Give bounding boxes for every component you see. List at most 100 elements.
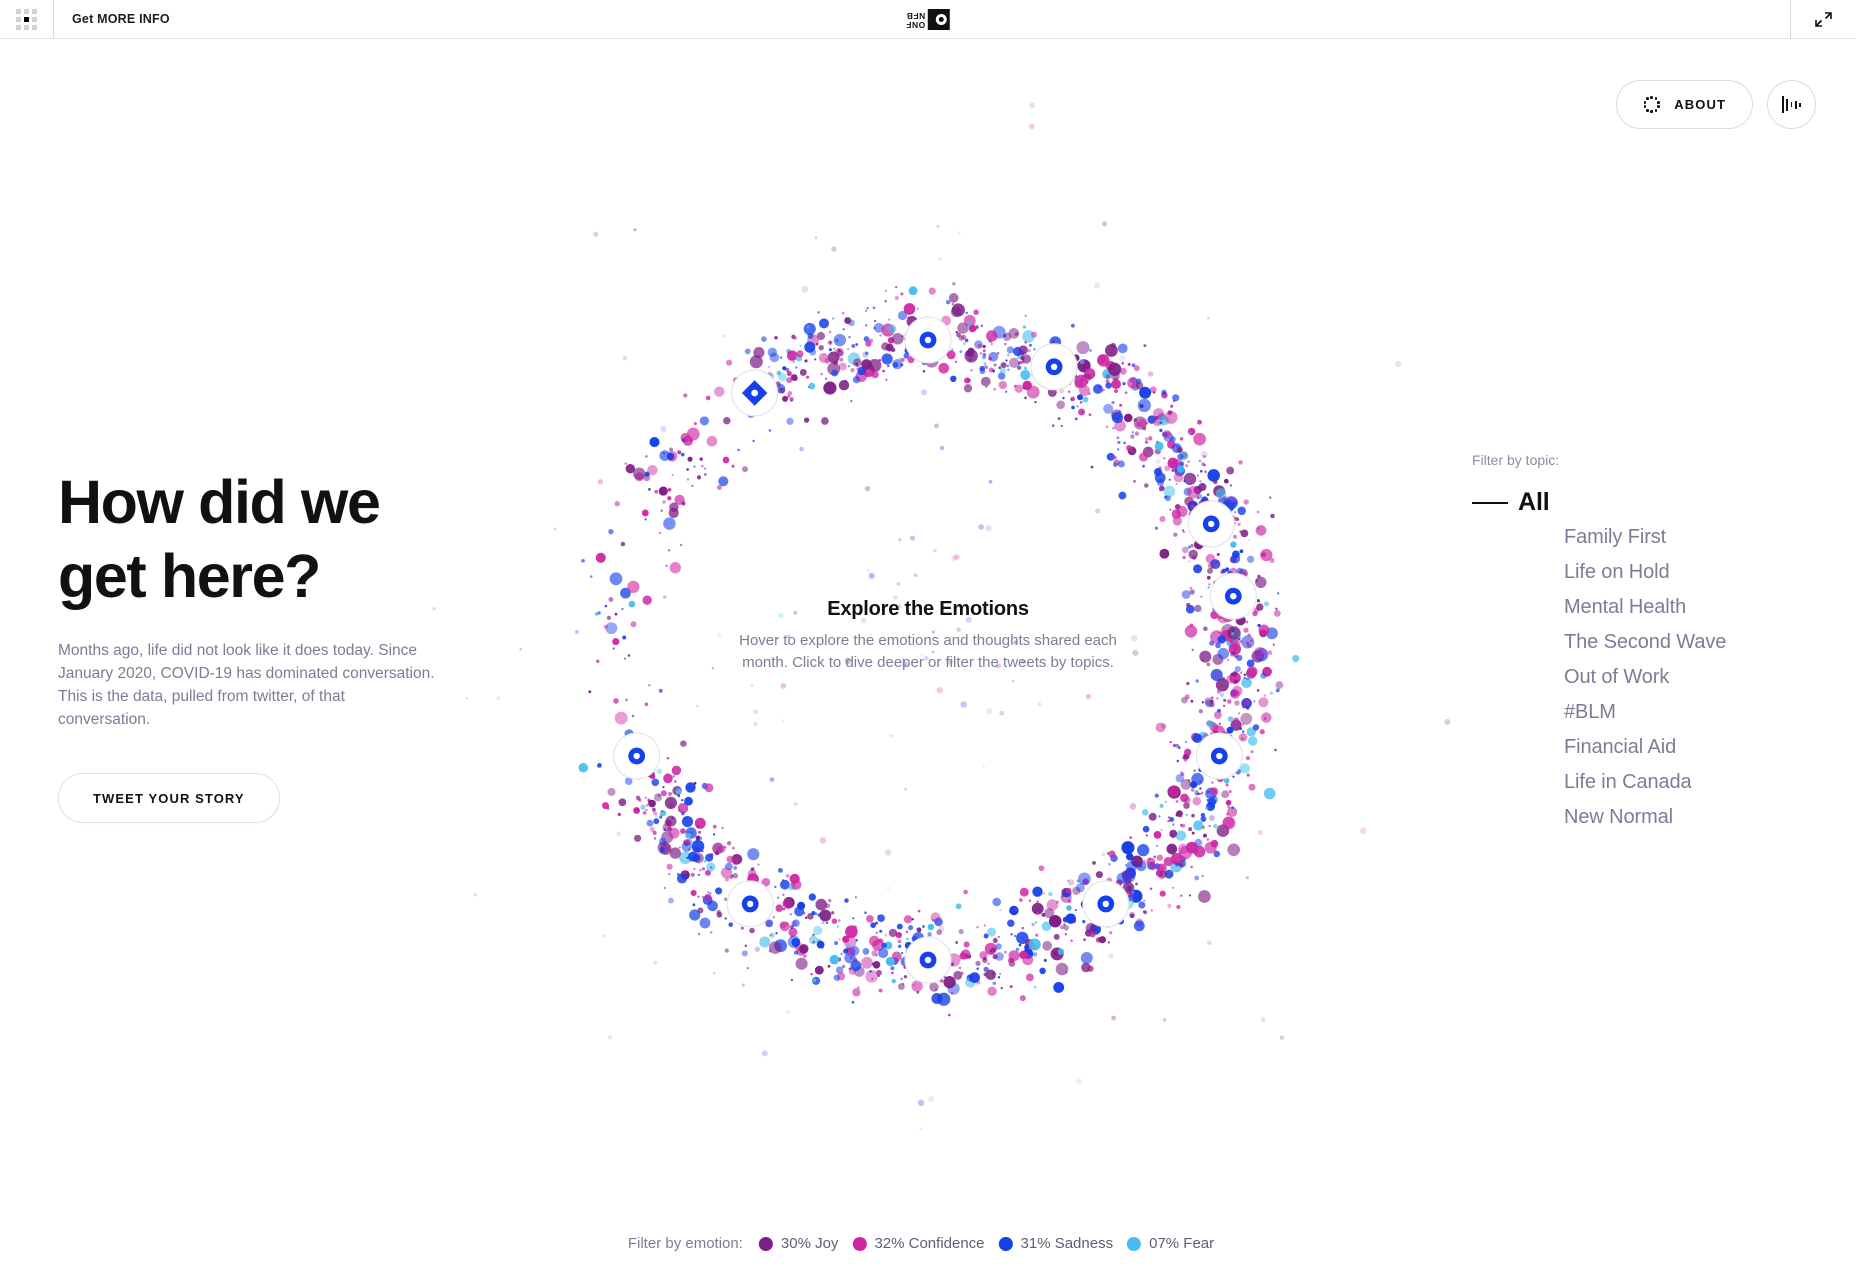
tweet-particle (714, 386, 725, 397)
tweet-particle (1203, 626, 1208, 632)
tweet-particle (778, 868, 783, 873)
month-marker[interactable] (1195, 732, 1243, 780)
month-marker[interactable] (1209, 572, 1257, 620)
month-marker[interactable] (904, 936, 952, 984)
month-marker[interactable] (904, 316, 952, 364)
tweet-particle (658, 486, 668, 496)
tweet-particle (1189, 589, 1195, 595)
tweet-particle (1014, 384, 1024, 393)
tweet-particle (1162, 456, 1166, 460)
tweet-particle (1135, 882, 1138, 886)
tweet-particle (1242, 571, 1247, 575)
tweet-particle (1006, 346, 1015, 354)
month-marker[interactable] (1187, 500, 1235, 548)
more-info-link[interactable]: Get MORE INFO (72, 12, 170, 26)
tweet-particle (866, 307, 869, 310)
tweet-particle (1190, 699, 1194, 703)
tweet-particle (1172, 394, 1180, 402)
emotion-color-dot-fear (1127, 1236, 1142, 1251)
tweet-particle (636, 808, 639, 811)
tweet-particle (959, 350, 963, 354)
tweet-particle (1260, 672, 1267, 679)
tweet-particle (1026, 385, 1040, 399)
tweet-particle (1206, 798, 1209, 802)
emotion-filter-fear[interactable]: 07% Fear (1127, 1235, 1214, 1252)
about-button[interactable]: ABOUT (1616, 80, 1753, 129)
fullscreen-button[interactable] (1790, 0, 1856, 39)
tweet-particle-outlier (936, 686, 944, 694)
topic-item-the-second-wave[interactable]: The Second Wave (1472, 625, 1732, 660)
month-marker-center (1050, 363, 1058, 371)
tweet-particle (799, 944, 809, 954)
tweet-particle (1133, 365, 1140, 372)
tweet-particle (1178, 862, 1184, 868)
nfb-onf-logo[interactable]: ONF NFB (906, 0, 951, 39)
topic-item-financial-aid[interactable]: Financial Aid (1472, 730, 1732, 765)
tweet-particle (1203, 833, 1207, 838)
tweet-particle (1258, 624, 1270, 636)
tweet-particle (872, 306, 876, 310)
tweet-particle (681, 841, 692, 852)
topic-item-label: All (1518, 488, 1550, 516)
topic-item-all[interactable]: All (1472, 485, 1732, 520)
topic-item-family-first[interactable]: Family First (1472, 520, 1732, 555)
sound-toggle-button[interactable] (1767, 80, 1816, 129)
month-marker[interactable] (1082, 880, 1130, 928)
tweet-particle-outlier (913, 573, 918, 578)
tweet-particle (1028, 938, 1041, 951)
grid-menu-button[interactable] (0, 0, 54, 39)
tweet-your-story-button[interactable]: TWEET YOUR STORY (58, 773, 280, 823)
tweet-particle (1177, 453, 1184, 461)
tweet-particle-outlier (1162, 1018, 1167, 1022)
tweet-particle (1223, 704, 1226, 707)
tweet-particle (1118, 491, 1127, 500)
emotion-filter-sadness[interactable]: 31% Sadness (998, 1235, 1113, 1252)
tweet-particle (660, 810, 664, 813)
topic-item-life-in-canada[interactable]: Life in Canada (1472, 765, 1732, 800)
tweet-particle-outlier (1200, 451, 1208, 459)
tweet-particle (1164, 800, 1167, 804)
tweet-particle (888, 928, 898, 938)
tweet-particle (884, 934, 887, 937)
emotion-filter-caption: Filter by emotion: (627, 1235, 743, 1252)
topic-item-label: Financial Aid (1564, 736, 1677, 758)
emotion-filter-items: 30% Joy 32% Confidence 31% Sadness 07% Fear (758, 1235, 1228, 1252)
page-title-line-2: get here? (58, 542, 321, 610)
tweet-particle (1187, 545, 1191, 549)
topic-item-label: #BLM (1564, 701, 1616, 723)
tweet-particle (779, 921, 790, 932)
tweet-particle-outlier (1075, 1078, 1083, 1086)
tweet-particle (1019, 995, 1026, 1002)
tweet-particle (1154, 793, 1159, 798)
tweet-particle-outlier (608, 1035, 613, 1040)
tweet-particle-outlier (775, 637, 778, 640)
tweet-particle (1206, 790, 1210, 794)
emotion-filter-joy[interactable]: 30% Joy (758, 1235, 838, 1252)
tweet-particle (804, 359, 808, 363)
tweet-particle (1233, 511, 1237, 514)
topic-item-life-on-hold[interactable]: Life on Hold (1472, 555, 1732, 590)
topic-item-new-normal[interactable]: New Normal (1472, 800, 1732, 835)
tweet-particle (790, 978, 794, 982)
tweet-particle (1014, 907, 1017, 911)
month-marker[interactable] (613, 732, 661, 780)
month-marker[interactable] (726, 880, 774, 928)
tweet-particle (1079, 400, 1083, 404)
tweet-particle-outlier (1021, 659, 1026, 664)
tweet-particle (1164, 410, 1178, 424)
tweet-particle (853, 358, 862, 368)
tweet-particle (1199, 650, 1212, 663)
month-marker[interactable] (1030, 343, 1078, 391)
topic-item-mental-health[interactable]: Mental Health (1472, 590, 1732, 625)
tweet-particle (1205, 806, 1209, 810)
tweet-particle (855, 343, 859, 346)
month-marker-center (751, 389, 759, 397)
tweet-particle (1201, 701, 1204, 704)
topic-item-blm[interactable]: #BLM (1472, 695, 1732, 730)
month-marker[interactable] (731, 369, 779, 417)
tweet-particle (982, 352, 987, 357)
emotion-filter-confidence[interactable]: 32% Confidence (852, 1235, 985, 1252)
tweet-particle (1083, 938, 1086, 942)
tweet-particle (699, 416, 709, 426)
topic-item-out-of-work[interactable]: Out of Work (1472, 660, 1732, 695)
